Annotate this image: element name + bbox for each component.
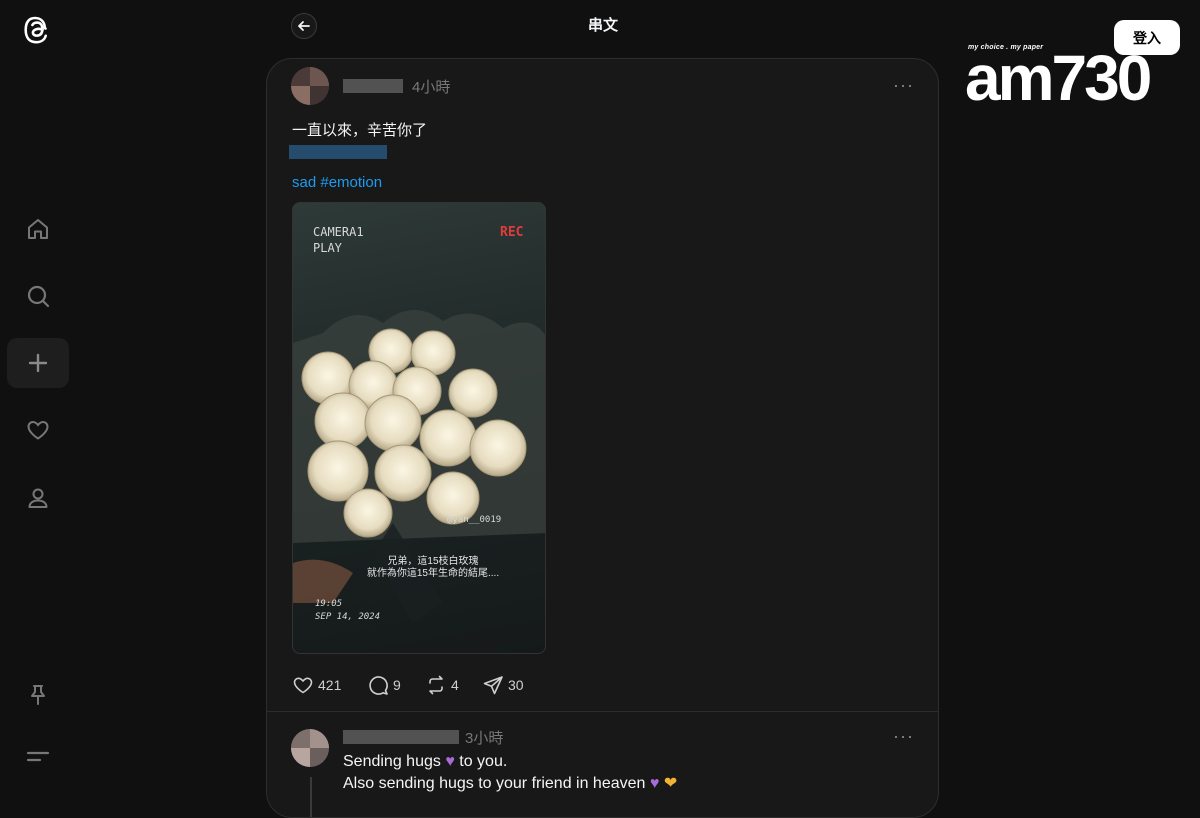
- reply-line-1: Sending hugs ♥ to you.: [343, 751, 507, 773]
- like-count: 421: [318, 677, 342, 693]
- home-icon: [28, 219, 48, 239]
- sidebar-item-home[interactable]: [7, 204, 69, 254]
- brand-name: am730: [965, 42, 1152, 114]
- photo-watermark: @yan__0019: [447, 515, 502, 525]
- comment-icon: [369, 676, 388, 695]
- username-blurred[interactable]: [343, 79, 403, 93]
- page-title: 串文: [587, 17, 618, 34]
- photo-caption-line2: 就作為你這15年生命的結尾....: [366, 568, 500, 579]
- camera-label: CAMERA1: [313, 225, 364, 239]
- post-divider: [267, 711, 938, 712]
- plus-icon: [28, 353, 48, 373]
- sidebar-item-profile[interactable]: [7, 473, 69, 523]
- send-icon: [483, 676, 503, 695]
- am730-logo: my choice . my paper am730: [965, 40, 1155, 110]
- purple-heart-icon: ♥: [445, 753, 455, 770]
- threads-logo-icon[interactable]: [20, 12, 56, 48]
- heart-hands-icon: ❤: [663, 775, 678, 792]
- avatar[interactable]: [291, 729, 329, 767]
- post-text: 一直以來，辛苦你了: [292, 122, 428, 139]
- reply-line-1-end: to you.: [459, 753, 508, 770]
- heart-icon: [27, 420, 49, 440]
- rec-label: REC: [500, 225, 524, 240]
- pin-icon: [31, 685, 45, 705]
- comment-count: 9: [393, 677, 401, 693]
- comment-button[interactable]: 9: [367, 674, 401, 696]
- like-button[interactable]: 421: [292, 674, 341, 696]
- more-options-icon[interactable]: ···: [893, 75, 914, 96]
- sidebar-item-search[interactable]: [7, 271, 69, 321]
- profile-icon: [28, 488, 48, 508]
- thread-feed: 4小時 ··· 一直以來，辛苦你了 sad #emotion CAMERA1 P…: [266, 58, 939, 818]
- arrow-left-icon: [298, 21, 310, 31]
- post-photo[interactable]: CAMERA1 PLAY REC @yan__0019 兄弟，這15枝白玫瑰 就…: [292, 202, 546, 654]
- roses-image: [293, 310, 545, 623]
- sidebar-item-pinned[interactable]: [7, 670, 69, 720]
- reply-line-2-text: Also sending hugs to your friend in heav…: [343, 775, 646, 792]
- play-label: PLAY: [313, 241, 342, 255]
- post-time: 4小時: [412, 79, 451, 96]
- blurred-link[interactable]: [289, 145, 387, 159]
- search-icon: [27, 285, 50, 308]
- menu-icon: [26, 751, 50, 762]
- reply-time: 3小時: [465, 730, 504, 747]
- photo-date-stamp: SEP 14, 2024: [315, 612, 381, 622]
- repost-icon: [429, 675, 443, 695]
- repost-button[interactable]: 4: [425, 674, 459, 696]
- more-options-icon[interactable]: ···: [893, 726, 914, 747]
- purple-heart-icon: ♥: [649, 775, 660, 792]
- sidebar-item-create[interactable]: [7, 338, 69, 388]
- username-blurred[interactable]: [343, 730, 459, 744]
- heart-icon: [293, 677, 313, 694]
- photo-time-stamp: 19:05: [315, 599, 343, 609]
- share-count: 30: [508, 677, 524, 693]
- share-button[interactable]: 30: [482, 674, 524, 696]
- reply-line-1-start: Sending hugs: [343, 753, 441, 770]
- reply-line-2: Also sending hugs to your friend in heav…: [343, 773, 677, 795]
- sidebar: [0, 0, 76, 800]
- thread-connector: [310, 777, 312, 817]
- repost-count: 4: [451, 677, 459, 693]
- hashtag-link[interactable]: sad #emotion: [292, 174, 382, 191]
- back-button[interactable]: [291, 13, 317, 39]
- avatar[interactable]: [291, 67, 329, 105]
- sidebar-item-activity[interactable]: [7, 405, 69, 455]
- sidebar-item-menu[interactable]: [7, 731, 69, 781]
